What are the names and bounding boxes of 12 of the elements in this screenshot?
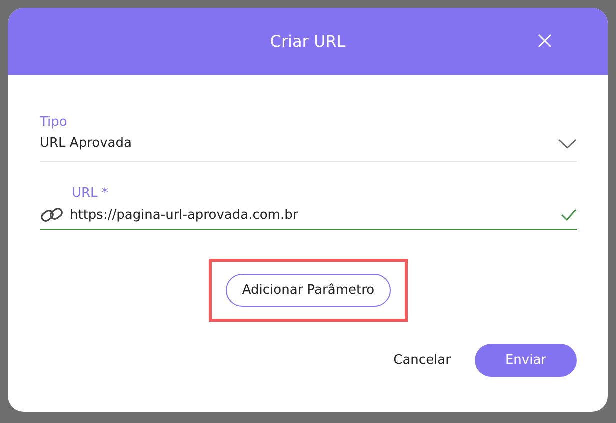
type-select[interactable]: URL Aprovada (40, 130, 577, 162)
cancel-button[interactable]: Cancelar (394, 344, 451, 377)
link-icon (40, 207, 64, 223)
close-icon[interactable] (538, 34, 552, 48)
add-parameter-button[interactable]: Adicionar Parâmetro (226, 274, 391, 307)
chevron-down-icon (558, 138, 577, 148)
dialog-title: Criar URL (270, 32, 346, 51)
submit-button[interactable]: Enviar (475, 344, 577, 377)
field-label: URL * (72, 186, 110, 201)
url-input-field[interactable]: https://pagina-url-aprovada.com.br (40, 201, 577, 230)
field-label: Tipo (40, 115, 68, 130)
check-icon (561, 209, 577, 221)
